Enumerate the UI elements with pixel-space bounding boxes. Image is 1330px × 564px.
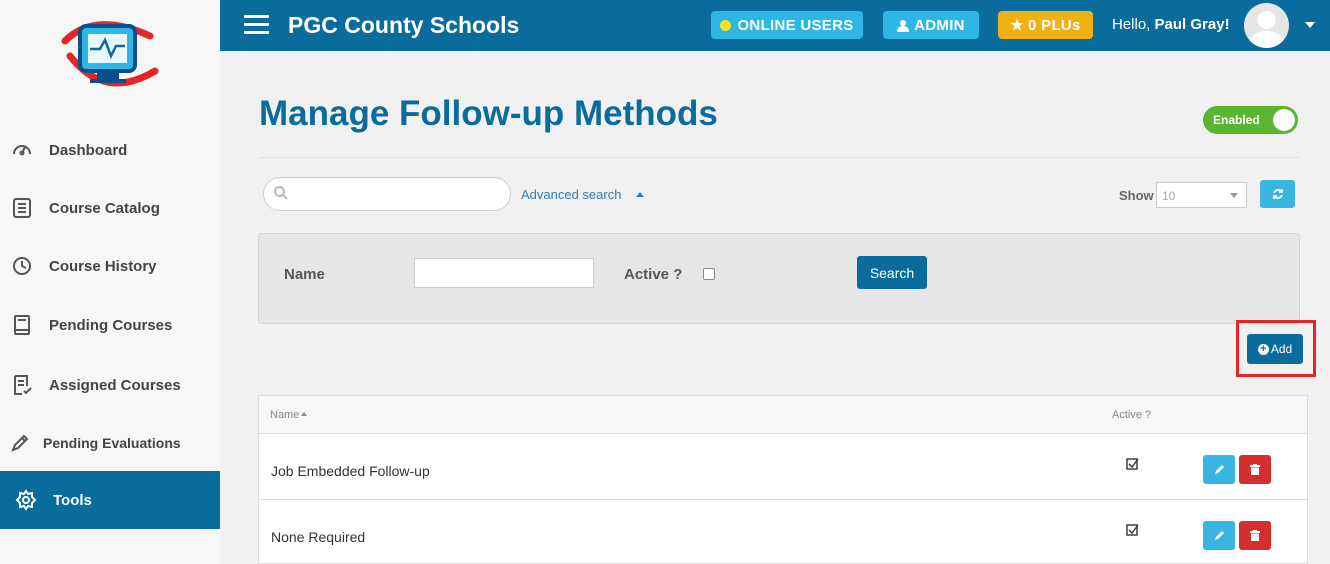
chevron-down-icon[interactable] bbox=[1305, 22, 1315, 28]
refresh-button[interactable] bbox=[1260, 180, 1295, 208]
table-header: Name Active ? bbox=[259, 396, 1307, 434]
app-logo[interactable] bbox=[55, 16, 160, 92]
delete-button[interactable] bbox=[1239, 455, 1271, 484]
user-name: Paul Gray! bbox=[1154, 16, 1230, 33]
online-users-label: ONLINE USERS bbox=[737, 16, 854, 34]
enabled-toggle[interactable]: Enabled bbox=[1203, 106, 1298, 134]
sidebar-item-label: Course Catalog bbox=[49, 199, 160, 217]
edit-button[interactable] bbox=[1203, 521, 1235, 550]
catalog-icon bbox=[10, 196, 34, 220]
toggle-knob bbox=[1273, 109, 1295, 131]
pencil-icon bbox=[1214, 464, 1225, 475]
divider bbox=[259, 157, 1300, 158]
gauge-icon bbox=[10, 138, 34, 162]
menu-icon[interactable] bbox=[244, 15, 269, 34]
avatar[interactable] bbox=[1244, 3, 1289, 48]
online-users-button[interactable]: ONLINE USERS bbox=[711, 11, 863, 39]
sidebar-item-assigned-courses[interactable]: Assigned Courses bbox=[0, 356, 220, 414]
sidebar-item-label: Dashboard bbox=[49, 141, 128, 159]
sort-up-icon bbox=[301, 412, 308, 416]
sidebar-item-dashboard[interactable]: Dashboard bbox=[0, 121, 220, 179]
sidebar-item-label: Pending Courses bbox=[49, 316, 173, 334]
user-icon bbox=[897, 19, 910, 32]
pencil-icon bbox=[1214, 530, 1225, 541]
methods-table: Name Active ? Job Embedded Follow-up Non… bbox=[258, 395, 1308, 564]
table-row: None Required bbox=[259, 501, 1307, 564]
admin-label: ADMIN bbox=[914, 16, 965, 34]
app-title: PGC County Schools bbox=[288, 12, 520, 38]
sidebar-item-pending-courses[interactable]: Pending Courses bbox=[0, 296, 220, 354]
chevron-down-icon bbox=[1230, 193, 1238, 198]
table-row: Job Embedded Follow-up bbox=[259, 435, 1307, 500]
search-button[interactable]: Search bbox=[857, 256, 927, 289]
row-name: None Required bbox=[271, 529, 366, 545]
greeting: Hello, Paul Gray! bbox=[1112, 16, 1230, 33]
trash-icon bbox=[1250, 464, 1260, 475]
sidebar-item-label: Assigned Courses bbox=[49, 376, 181, 394]
name-filter-input[interactable] bbox=[414, 258, 594, 288]
sidebar: Dashboard Course Catalog Course History … bbox=[0, 0, 220, 564]
greeting-prefix: Hello, bbox=[1112, 16, 1155, 33]
row-name: Job Embedded Follow-up bbox=[271, 463, 430, 479]
advanced-search-link[interactable]: Advanced search bbox=[521, 187, 621, 202]
search-input[interactable] bbox=[294, 184, 499, 204]
trash-icon bbox=[1250, 530, 1260, 541]
sidebar-item-label: Pending Evaluations bbox=[43, 435, 181, 451]
plu-label: 0 PLUs bbox=[1028, 16, 1081, 34]
admin-button[interactable]: ADMIN bbox=[883, 11, 979, 39]
page-title: Manage Follow-up Methods bbox=[259, 94, 718, 133]
book-icon bbox=[10, 313, 34, 337]
sidebar-item-course-history[interactable]: Course History bbox=[0, 237, 220, 295]
add-button-label: Add bbox=[1270, 342, 1293, 356]
page-size-value: 10 bbox=[1162, 189, 1176, 203]
plu-button[interactable]: ★ 0 PLUs bbox=[998, 11, 1093, 39]
status-dot-icon bbox=[720, 19, 732, 31]
sidebar-item-tools[interactable]: Tools bbox=[0, 471, 220, 529]
add-button[interactable]: + Add bbox=[1247, 334, 1303, 364]
sidebar-item-pending-evaluations[interactable]: Pending Evaluations bbox=[0, 414, 220, 472]
name-filter-label: Name bbox=[284, 266, 325, 283]
checked-box-icon bbox=[1126, 457, 1139, 475]
history-icon bbox=[10, 254, 34, 278]
gear-icon bbox=[14, 488, 38, 512]
search-box[interactable] bbox=[263, 177, 511, 211]
top-header: PGC County Schools ONLINE USERS ADMIN ★ … bbox=[220, 0, 1330, 51]
plus-circle-icon: + bbox=[1257, 343, 1269, 355]
sidebar-item-label: Course History bbox=[49, 257, 157, 275]
edit-button[interactable] bbox=[1203, 455, 1235, 484]
checklist-icon bbox=[10, 373, 34, 397]
refresh-icon bbox=[1272, 188, 1284, 200]
sidebar-item-label: Tools bbox=[53, 491, 92, 509]
sidebar-item-course-catalog[interactable]: Course Catalog bbox=[0, 179, 220, 237]
column-header-label: Name bbox=[270, 409, 300, 421]
page-size-select[interactable]: 10 bbox=[1156, 182, 1247, 208]
pencil-icon bbox=[8, 431, 32, 455]
show-label: Show bbox=[1119, 188, 1154, 203]
column-header-name[interactable]: Name bbox=[270, 409, 308, 421]
toggle-label: Enabled bbox=[1213, 113, 1260, 127]
search-icon bbox=[273, 185, 289, 206]
star-icon: ★ bbox=[1010, 17, 1025, 34]
active-filter-checkbox[interactable] bbox=[703, 268, 715, 280]
checked-box-icon bbox=[1126, 523, 1139, 541]
delete-button[interactable] bbox=[1239, 521, 1271, 550]
column-header-active: Active ? bbox=[1112, 409, 1152, 421]
active-filter-label: Active ? bbox=[624, 266, 683, 283]
chevron-up-icon[interactable] bbox=[636, 192, 644, 197]
